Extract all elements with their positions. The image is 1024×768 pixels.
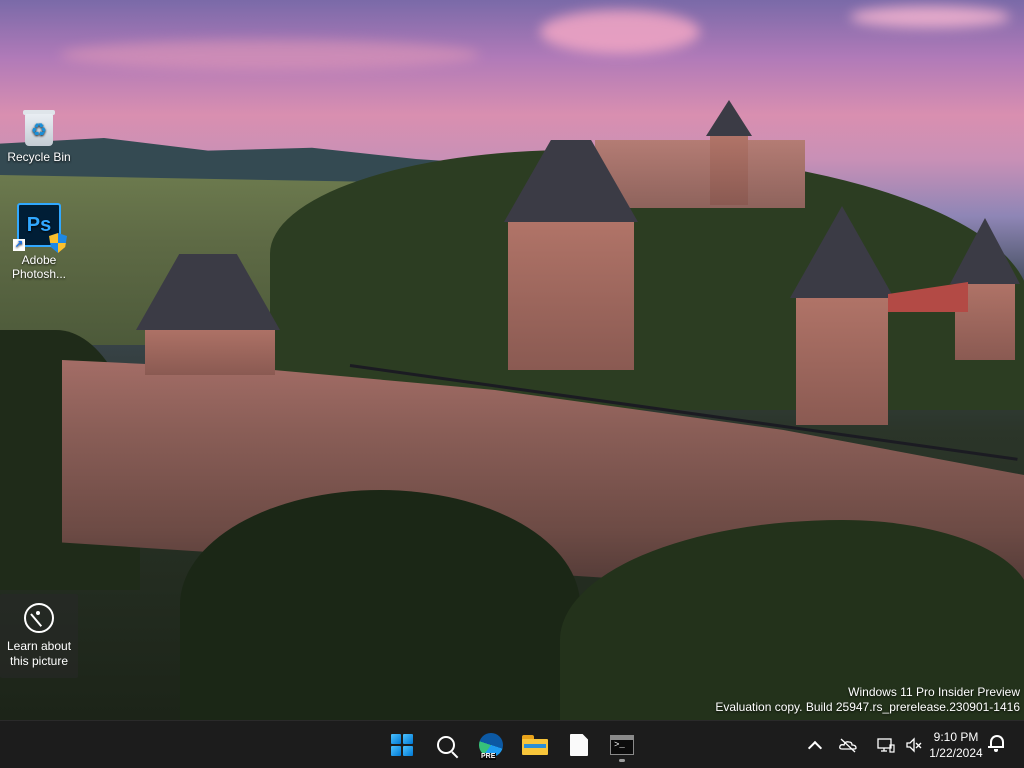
running-indicator [619,759,625,762]
edge-button[interactable]: PRE [473,727,509,763]
wallpaper-cloud [540,10,700,54]
evaluation-watermark: Windows 11 Pro Insider Preview Evaluatio… [715,685,1020,715]
windows-start-icon [391,734,413,756]
network-icon [877,738,895,753]
learn-about-picture-button[interactable]: Learn about this picture [0,594,78,678]
notepad-button[interactable] [561,727,597,763]
uac-shield-icon [49,233,67,253]
onedrive-icon [839,738,857,753]
recycle-bin-icon: ♻ [22,108,56,148]
castle-keep [595,140,805,208]
terminal-button[interactable]: >_ [604,727,640,763]
search-icon [437,736,455,754]
show-hidden-icons-button[interactable] [804,735,824,756]
desktop-icon-label: Adobe Photosh... [11,253,67,281]
search-button[interactable] [428,727,464,763]
desktop-icon-photoshop[interactable]: Ps ↗ Adobe Photosh... [1,203,77,281]
desktop-wallpaper [0,0,1024,720]
terminal-icon: >_ [610,735,634,755]
castle-tower [796,295,888,425]
castle-tower [508,220,634,370]
desktop-icon-label: Recycle Bin [7,150,71,164]
file-explorer-button[interactable] [517,727,553,763]
camera-icon [24,603,54,633]
edge-preview-badge: PRE [480,753,497,760]
folder-icon [522,735,548,755]
clock-button[interactable]: 9:10 PM 1/22/2024 [918,729,994,761]
system-tray [800,721,928,768]
castle-tower [710,135,748,205]
notepad-icon [570,734,588,756]
taskbar: PRE >_ 9:10 PM 1/22/2024 [0,720,1024,768]
photoshop-icon: Ps ↗ [13,203,67,253]
start-button[interactable] [384,727,420,763]
clock-time: 9:10 PM [933,730,979,744]
onedrive-button[interactable] [838,735,858,755]
chevron-up-icon [807,740,823,756]
wallpaper-cloud [850,6,1010,28]
photoshop-icon-text: Ps [26,214,52,236]
castle-tower [145,325,275,375]
notification-button[interactable] [988,735,1004,753]
edge-icon: PRE [479,733,503,760]
network-button[interactable] [876,735,896,755]
castle-roof [706,100,752,136]
clock-date: 1/22/2024 [929,746,983,760]
shortcut-arrow-icon: ↗ [13,239,25,251]
wallpaper-cloud [60,40,480,70]
desktop-icon-recycle-bin[interactable]: ♻ Recycle Bin [1,108,77,164]
terminal-prompt: >_ [614,740,625,750]
wallpaper-trees [180,490,580,720]
learn-about-label: Learn about this picture [6,639,72,668]
watermark-line-1: Windows 11 Pro Insider Preview [848,685,1020,699]
watermark-line-2: Evaluation copy. Build 25947.rs_prerelea… [715,700,1020,714]
